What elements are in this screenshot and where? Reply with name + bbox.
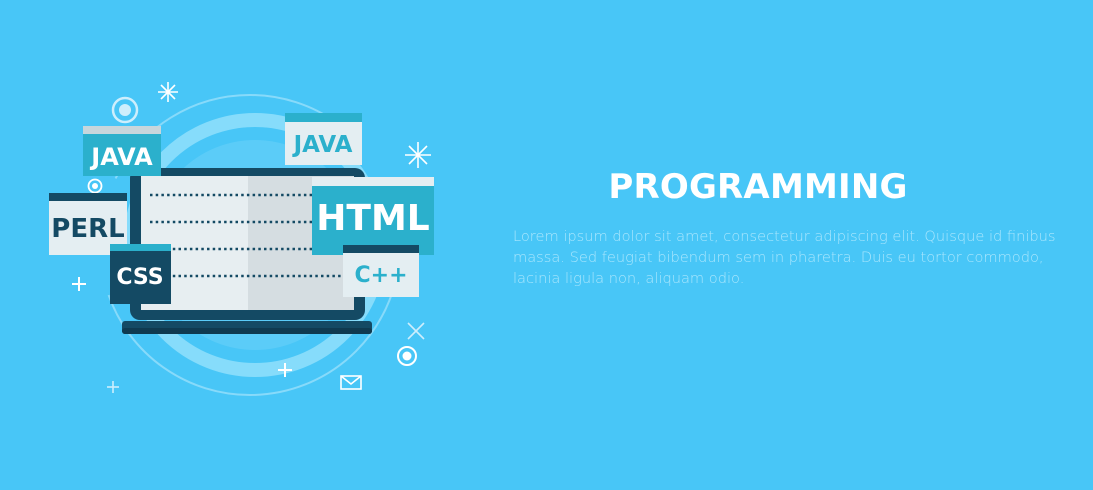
target-icon	[397, 346, 417, 366]
programming-illustration: JAVA JAVA PERL CSS HTML C++	[49, 82, 434, 396]
banner-title: PROGRAMMING	[608, 167, 908, 207]
close-mark-icon	[407, 322, 425, 340]
target-icon	[111, 96, 139, 124]
java-card-top: JAVA	[285, 113, 362, 165]
html-label: HTML	[316, 198, 429, 239]
cpp-card: C++	[343, 245, 419, 297]
plus-icon	[72, 277, 86, 291]
java-left-label: JAVA	[89, 143, 153, 171]
envelope-icon	[340, 375, 362, 390]
css-card: CSS	[110, 244, 171, 304]
sparkle-icon	[405, 142, 431, 168]
css-label: CSS	[116, 265, 163, 290]
banner-description: Lorem ipsum dolor sit amet, consectetur …	[513, 228, 1056, 287]
html-card: HTML	[312, 177, 434, 255]
java-card-left: JAVA	[83, 126, 161, 176]
java-top-label: JAVA	[292, 132, 353, 158]
target-icon	[87, 178, 103, 194]
sparkle-icon	[158, 82, 178, 102]
cpp-label: C++	[354, 263, 407, 288]
plus-icon	[107, 381, 119, 393]
perl-label: PERL	[51, 214, 124, 244]
